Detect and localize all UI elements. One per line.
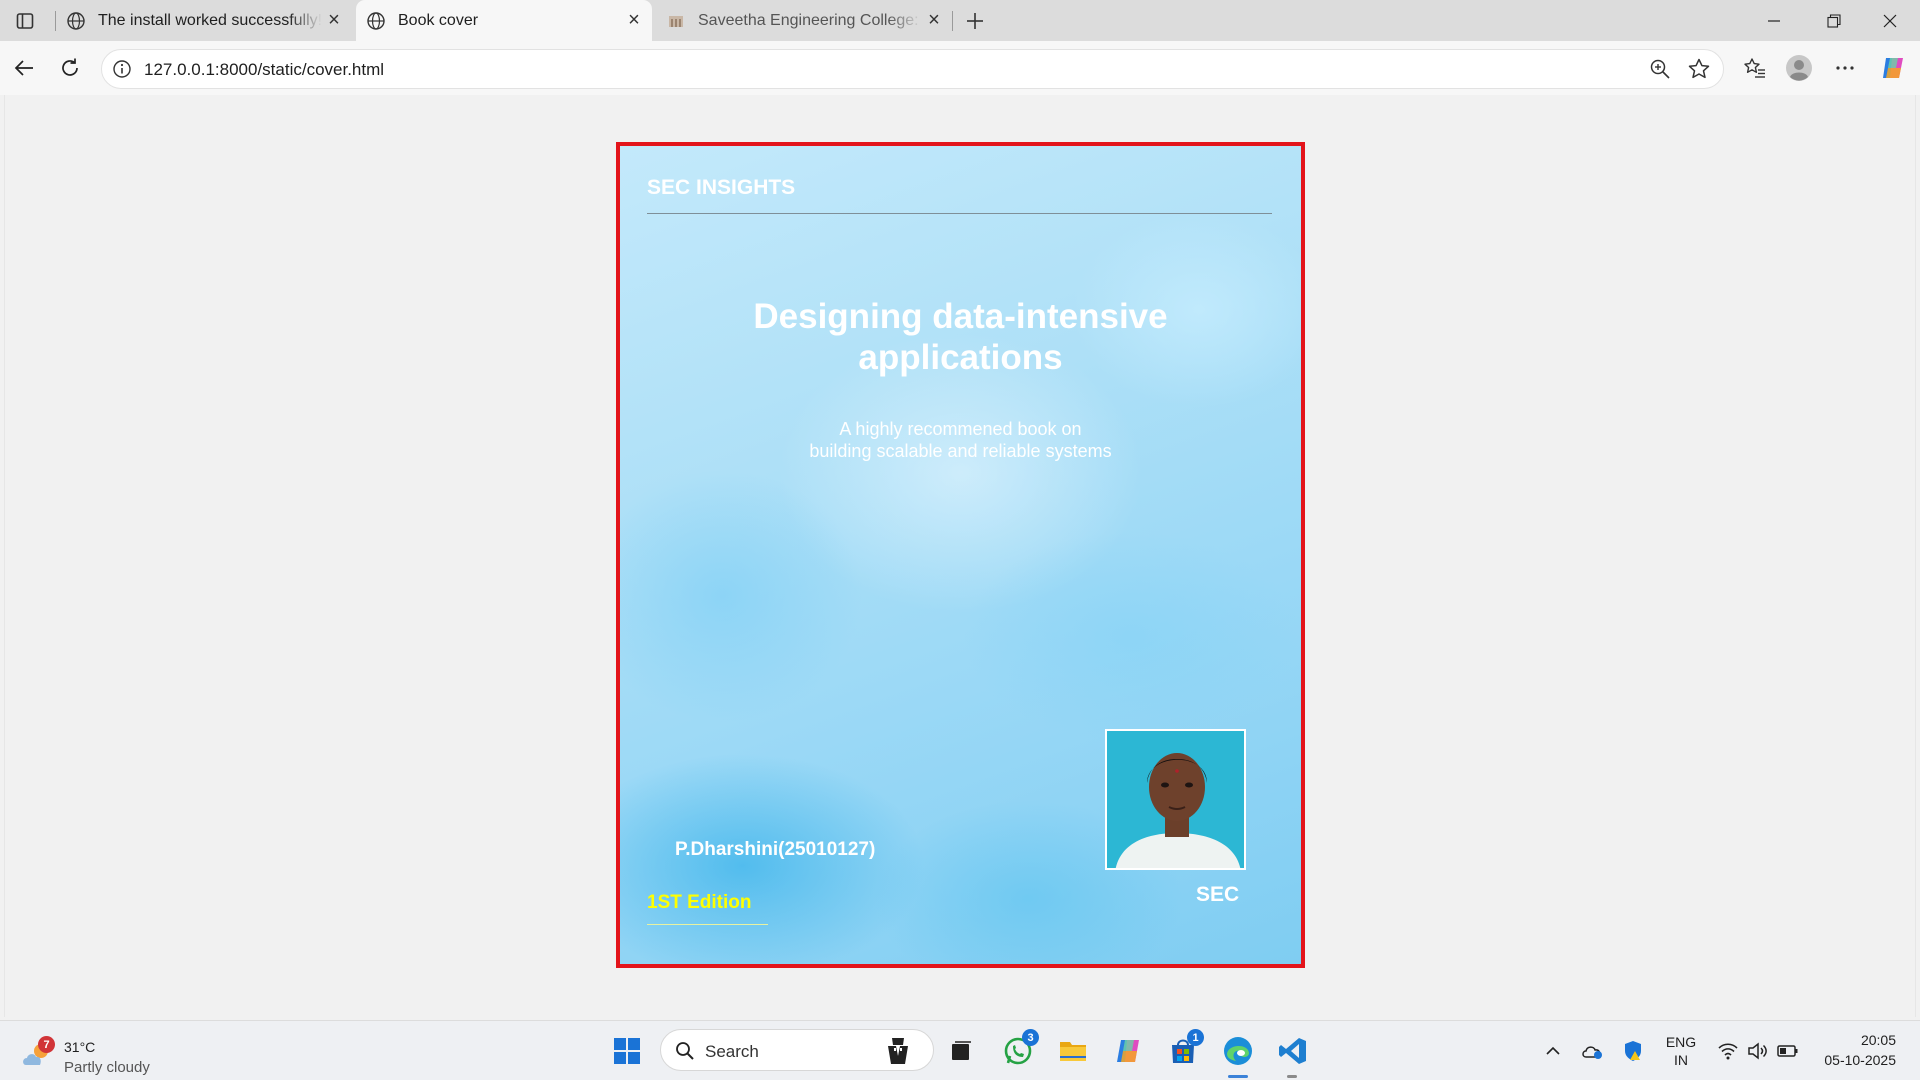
favorite-star-icon[interactable] — [1687, 57, 1711, 81]
address-bar[interactable]: 127.0.0.1:8000/static/cover.html — [101, 49, 1724, 89]
active-app-indicator — [1228, 1075, 1248, 1078]
battery-icon — [1777, 1045, 1798, 1057]
close-tab-icon[interactable]: × — [622, 9, 646, 33]
speaker-icon — [1748, 1042, 1767, 1060]
reload-icon — [62, 58, 78, 76]
edition-underline — [647, 924, 768, 925]
cloud-icon — [1582, 1046, 1602, 1059]
back-button[interactable] — [7, 51, 41, 85]
taskbar: 7 31°C Partly cloudy Search 3 1 ENG IN 2… — [0, 1020, 1920, 1080]
onedrive-tray[interactable] — [1575, 1033, 1611, 1069]
globe-icon — [66, 11, 86, 31]
taskbar-search[interactable]: Search — [660, 1029, 934, 1071]
new-tab-button[interactable] — [960, 6, 990, 36]
edge-icon — [1224, 1037, 1252, 1065]
restore-button[interactable] — [1806, 0, 1862, 41]
tab-title: The install worked successfully! Co — [98, 11, 322, 29]
task-view-icon — [952, 1041, 971, 1060]
book-subtitle: A highly recommened book on building sca… — [620, 418, 1301, 462]
back-arrow-icon — [14, 60, 33, 76]
institution-label: SEC — [1196, 883, 1240, 906]
header-divider — [647, 213, 1272, 214]
restore-icon — [1827, 13, 1841, 28]
college-favicon-icon — [666, 11, 686, 31]
tab-title: Saveetha Engineering College: Lo — [698, 11, 922, 29]
file-explorer-app[interactable] — [1055, 1033, 1091, 1069]
tab-book-cover[interactable]: Book cover × — [356, 0, 652, 41]
subtitle-line: building scalable and reliable systems — [809, 441, 1112, 461]
tab-title: Book cover — [398, 11, 479, 29]
language-line: ENG — [1665, 1034, 1697, 1050]
vscode-icon — [1279, 1038, 1306, 1064]
book-cover: SEC INSIGHTS Designing data-intensive ap… — [616, 142, 1305, 968]
tab-actions-button[interactable] — [10, 8, 40, 34]
tab-django-install[interactable]: The install worked successfully! Co × — [56, 0, 352, 41]
book-title-line: applications — [858, 338, 1063, 377]
wifi-icon — [1718, 1043, 1738, 1060]
clock-time: 20:05 — [1860, 1032, 1896, 1048]
favorites-button[interactable] — [1738, 51, 1772, 85]
search-highlight-icon — [888, 1038, 908, 1064]
tab-separator — [952, 11, 953, 31]
close-window-button[interactable] — [1862, 0, 1918, 41]
publisher-name: SEC INSIGHTS — [647, 176, 796, 199]
site-info-icon[interactable] — [112, 59, 132, 79]
favorites-list-icon — [1744, 58, 1765, 78]
weather-alert-badge: 7 — [38, 1036, 55, 1053]
plus-icon — [967, 13, 983, 29]
avatar-icon — [1786, 55, 1812, 81]
folder-icon — [1060, 1042, 1086, 1061]
reload-button[interactable] — [53, 51, 87, 85]
minimize-button[interactable] — [1746, 0, 1802, 41]
tab-saveetha[interactable]: Saveetha Engineering College: Lo × — [656, 0, 952, 41]
close-icon — [1883, 14, 1897, 27]
microsoft-store-app[interactable]: 1 — [1165, 1029, 1204, 1069]
author-photo — [1105, 729, 1246, 870]
system-clock[interactable]: 20:05 05-10-2025 — [1824, 1030, 1896, 1070]
clock-date: 05-10-2025 — [1824, 1052, 1896, 1068]
language-line: IN — [1674, 1052, 1688, 1068]
search-label: Search — [705, 1042, 759, 1061]
start-button[interactable] — [609, 1033, 645, 1069]
copilot-icon — [1883, 58, 1903, 78]
show-hidden-icons-button[interactable] — [1535, 1033, 1571, 1069]
subtitle-line: A highly recommened book on — [839, 419, 1082, 439]
store-badge: 1 — [1187, 1029, 1204, 1046]
search-icon — [676, 1042, 694, 1060]
copilot-app[interactable] — [1110, 1033, 1146, 1069]
chevron-up-icon — [1546, 1046, 1560, 1055]
more-dots-icon — [1836, 66, 1854, 70]
book-title: Designing data-intensive applications — [620, 296, 1301, 378]
tab-actions-icon — [16, 13, 34, 29]
profile-button[interactable] — [1782, 51, 1816, 85]
settings-menu-button[interactable] — [1828, 51, 1862, 85]
author-name: P.Dharshini(25010127) — [675, 839, 876, 860]
weather-temperature: 31°C — [64, 1039, 96, 1055]
shield-icon — [1625, 1041, 1641, 1061]
vscode-app[interactable] — [1275, 1033, 1311, 1069]
copilot-button[interactable] — [1876, 51, 1910, 85]
weather-condition: Partly cloudy — [64, 1059, 150, 1076]
edition-label: 1ST Edition — [647, 892, 752, 913]
battery-tray[interactable] — [1770, 1033, 1806, 1069]
windows-logo-icon — [614, 1038, 640, 1064]
edge-app[interactable] — [1220, 1033, 1256, 1069]
security-tray[interactable] — [1615, 1033, 1651, 1069]
tab-strip: The install worked successfully! Co × Bo… — [0, 0, 1920, 41]
close-tab-icon[interactable]: × — [322, 9, 346, 33]
book-title-line: Designing data-intensive — [753, 297, 1168, 336]
close-tab-icon[interactable]: × — [922, 9, 946, 33]
language-indicator[interactable]: ENG IN — [1660, 1033, 1702, 1069]
minimize-icon — [1768, 19, 1780, 22]
browser-toolbar: 127.0.0.1:8000/static/cover.html — [0, 41, 1920, 95]
zoom-icon[interactable] — [1649, 58, 1671, 80]
weather-widget[interactable]: 7 31°C Partly cloudy — [20, 1029, 180, 1076]
whatsapp-badge: 3 — [1022, 1029, 1039, 1046]
globe-icon — [366, 11, 386, 31]
running-app-indicator — [1287, 1075, 1297, 1078]
url-text[interactable]: 127.0.0.1:8000/static/cover.html — [144, 60, 384, 80]
whatsapp-app[interactable]: 3 — [1000, 1029, 1039, 1069]
task-view-button[interactable] — [943, 1033, 979, 1069]
copilot-icon — [1117, 1040, 1139, 1062]
